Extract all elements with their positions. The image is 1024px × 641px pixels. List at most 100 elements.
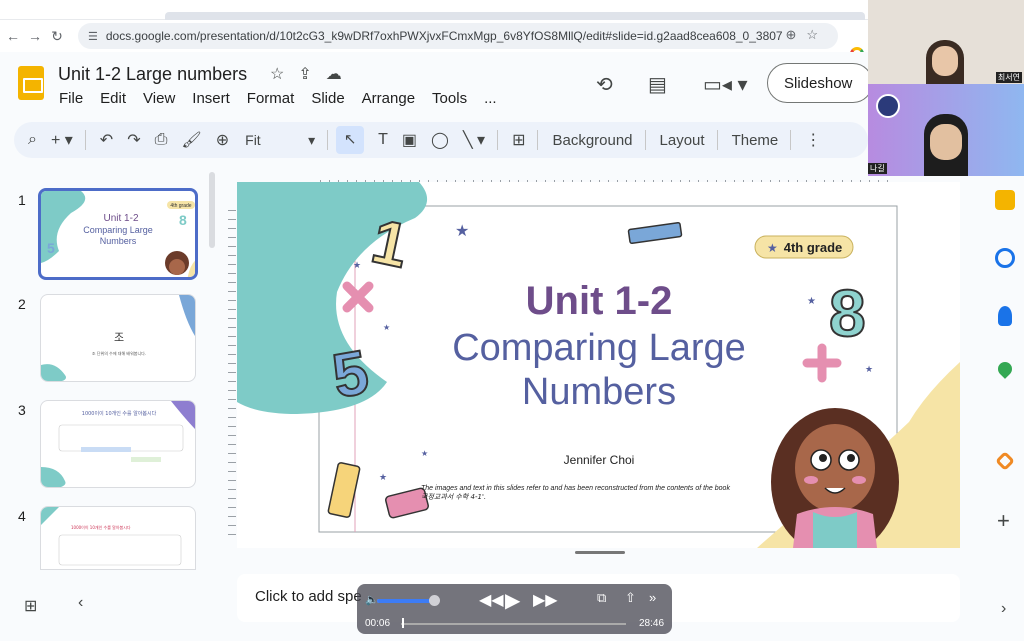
undo-icon[interactable]: ↶ — [100, 130, 113, 150]
search-icon[interactable]: ⌕ — [28, 131, 37, 149]
participant-tile-2[interactable]: 나길 — [868, 84, 1024, 176]
slide-title-line2: Comparing Large — [452, 327, 746, 369]
svg-text:5: 5 — [47, 240, 55, 256]
video-player-controls: 🔈 ◀◀ ▶ ▶▶ ⧉ ⇧ » 00:06 28:46 — [357, 584, 672, 634]
slide-title-line1: Unit 1-2 — [526, 279, 673, 323]
slide-number: 4 — [18, 508, 26, 524]
avatar-face — [932, 46, 958, 76]
document-title[interactable]: Unit 1-2 Large numbers — [58, 64, 247, 85]
chevron-down-icon: ▾ — [308, 131, 316, 148]
more-options-icon[interactable]: ⋮ — [805, 130, 821, 150]
slide-canvas[interactable]: 1 5 8 ★ ★ ★ ★ ★ ★ ★ ★ 4th grade Unit 1-2 Co… — [237, 182, 960, 548]
redo-icon[interactable]: ↷ — [127, 130, 140, 150]
contacts-icon[interactable] — [998, 306, 1012, 326]
slide-thumbnail-4[interactable]: 1000이이 10개인 수를 알아봅시다 — [40, 506, 196, 570]
collapse-panel-icon[interactable]: ‹ — [78, 594, 83, 612]
thumb-3-art: 1000이이 10개인 수를 알아봅시다 — [41, 401, 195, 487]
rewind-icon[interactable]: ◀◀ — [479, 590, 504, 610]
address-bar[interactable]: ☰ docs.google.com/presentation/d/10t2cG3… — [78, 23, 838, 49]
addon-icon[interactable] — [995, 451, 1015, 471]
svg-text:★: ★ — [379, 472, 387, 482]
zoom-star-icons[interactable]: ⊕☆ — [785, 27, 828, 43]
new-slide-icon[interactable]: + ▾ — [51, 130, 73, 150]
share-icon[interactable]: ⇧ — [625, 590, 636, 606]
divider — [497, 130, 499, 150]
divider — [537, 130, 539, 150]
history-icon[interactable]: ⟲ — [596, 72, 613, 97]
image-icon[interactable]: ▣ — [402, 130, 417, 150]
menu-file[interactable]: File — [59, 90, 83, 107]
slide-thumbnail-3[interactable]: 1000이이 10개인 수를 알아봅시다 — [40, 400, 196, 488]
comment-add-icon[interactable]: ⊞ — [512, 130, 525, 150]
paint-format-icon[interactable]: 🖌 — [181, 130, 201, 150]
canvas-scroll-indicator[interactable] — [575, 551, 625, 554]
slide-art: 1 5 8 ★★ ★★ ★★ ★ ★ 4th grade Unit 1-2 Co… — [237, 182, 960, 548]
keep-icon[interactable] — [995, 190, 1015, 210]
video-call-panel: 최서연 나길 — [868, 0, 1024, 176]
play-icon[interactable]: ▶ — [505, 588, 520, 613]
forward-icon[interactable]: → — [26, 28, 44, 44]
progress-playhead[interactable] — [402, 618, 404, 628]
theme-button[interactable]: Theme — [732, 132, 779, 149]
url-text: docs.google.com/presentation/d/10t2cG3_k… — [105, 29, 783, 43]
grid-view-icon[interactable]: ⊞ — [24, 596, 37, 616]
menu-insert[interactable]: Insert — [192, 90, 230, 107]
slide-thumbnail-2[interactable]: 조 조 단위의 수에 대해 배워봅니다. — [40, 294, 196, 382]
shape-icon[interactable]: ◯ — [431, 130, 449, 150]
menu-format[interactable]: Format — [247, 90, 295, 107]
svg-text:★: ★ — [383, 323, 390, 332]
menu-slide[interactable]: Slide — [311, 90, 344, 107]
thumb-3-title: 1000이이 10개인 수를 알아봅시다 — [82, 410, 157, 417]
svg-text:★: ★ — [767, 241, 778, 255]
participant-tile-1[interactable]: 최서연 — [868, 0, 1024, 84]
text-box-icon[interactable]: T — [378, 131, 388, 149]
select-tool-icon[interactable]: ↖ — [336, 126, 365, 154]
divider — [716, 130, 718, 150]
add-addon-icon[interactable]: + — [997, 508, 1010, 534]
menu-arrange[interactable]: Arrange — [362, 90, 415, 107]
editing-toolbar: ⌕ + ▾ ↶ ↷ ⎙ 🖌 ⊕ Fit ▾ ↖ T ▣ ◯ ╲ ▾ ⊞ Backg… — [14, 122, 868, 158]
menu-edit[interactable]: Edit — [100, 90, 126, 107]
more-icon[interactable]: » — [649, 590, 656, 605]
background-button[interactable]: Background — [552, 132, 632, 149]
progress-track[interactable] — [401, 623, 626, 625]
maps-icon[interactable] — [995, 359, 1015, 379]
zoom-select[interactable]: Fit ▾ — [245, 132, 315, 149]
slide-source-note-1: The images and text in this slides refer… — [421, 485, 730, 492]
svg-text:★: ★ — [353, 260, 361, 270]
zoom-icon[interactable]: ⊕ — [216, 130, 229, 150]
svg-text:8: 8 — [179, 212, 187, 228]
meet-icon[interactable]: ▭◂ ▾ — [703, 72, 748, 97]
filmstrip-scrollbar[interactable] — [209, 172, 215, 248]
browser-tab-strip — [0, 0, 868, 20]
slideshow-button[interactable]: Slideshow — [767, 63, 873, 103]
site-info-icon[interactable]: ☰ — [88, 30, 98, 43]
menu-view[interactable]: View — [143, 90, 175, 107]
svg-text:★: ★ — [421, 449, 428, 458]
volume-slider[interactable] — [377, 599, 437, 603]
fast-forward-icon[interactable]: ▶▶ — [533, 590, 558, 610]
reload-icon[interactable]: ↻ — [48, 28, 66, 45]
active-tab[interactable] — [165, 12, 865, 20]
print-icon[interactable]: ⎙ — [155, 131, 168, 149]
divider — [790, 130, 792, 150]
title-action-icons[interactable]: ☆⇪☁ — [270, 64, 356, 84]
comments-icon[interactable]: ▤ — [648, 72, 667, 97]
slide-thumbnail-1[interactable]: Unit 1-2 Comparing Large Numbers 4th gra… — [38, 188, 198, 280]
pip-icon[interactable]: ⧉ — [597, 590, 606, 606]
menu-more[interactable]: ... — [484, 90, 497, 107]
thumb-1-title3: Numbers — [100, 236, 137, 246]
expand-panel-icon[interactable]: › — [1001, 600, 1006, 618]
tasks-icon[interactable] — [995, 248, 1015, 268]
thumb-2-char: 조 — [114, 331, 124, 344]
layout-button[interactable]: Layout — [660, 132, 705, 149]
slides-logo-icon[interactable] — [18, 66, 44, 100]
line-icon[interactable]: ╲ ▾ — [463, 130, 485, 150]
slide-number: 2 — [18, 296, 26, 312]
back-icon[interactable]: ← — [4, 28, 22, 44]
menu-tools[interactable]: Tools — [432, 90, 467, 107]
thumb-4-art: 1000이이 10개인 수를 알아봅시다 — [41, 507, 182, 566]
volume-knob[interactable] — [429, 595, 440, 606]
thumb-1-badge: 4th grade — [170, 203, 191, 209]
speaker-notes-placeholder: Click to add spe — [255, 588, 362, 605]
